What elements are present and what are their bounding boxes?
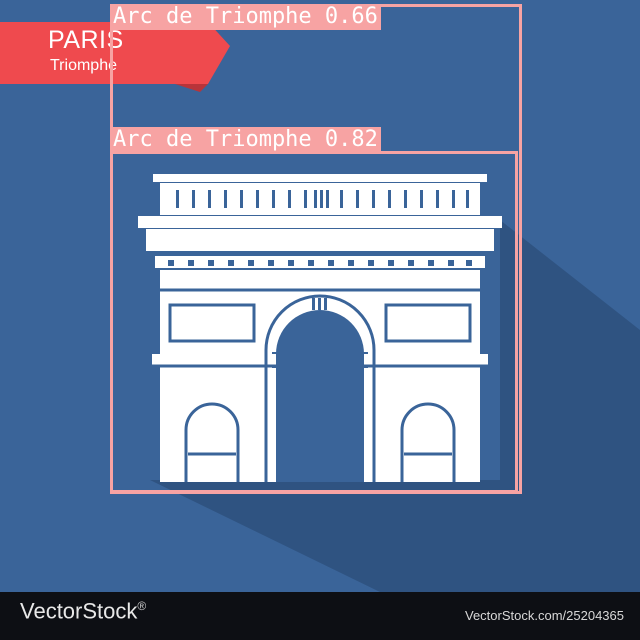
brand-name: VectorStock — [20, 598, 138, 624]
detection-label-2: Arc de Triomphe 0.82 — [110, 127, 381, 153]
detection-label-1: Arc de Triomphe 0.66 — [110, 4, 381, 30]
image-canvas: PARIS Triomphe Arc de Triomphe 0.66 Arc … — [0, 0, 640, 640]
brand-logo: VectorStock® — [20, 600, 146, 622]
stock-id: VectorStock.com/25204365 — [465, 608, 624, 623]
watermark-footer: VectorStock® VectorStock.com/25204365 — [0, 592, 640, 640]
ribbon-subtitle: Triomphe — [50, 57, 117, 74]
detection-box-2 — [110, 151, 518, 493]
vectorstock-logo-icon: ® — [137, 599, 147, 613]
